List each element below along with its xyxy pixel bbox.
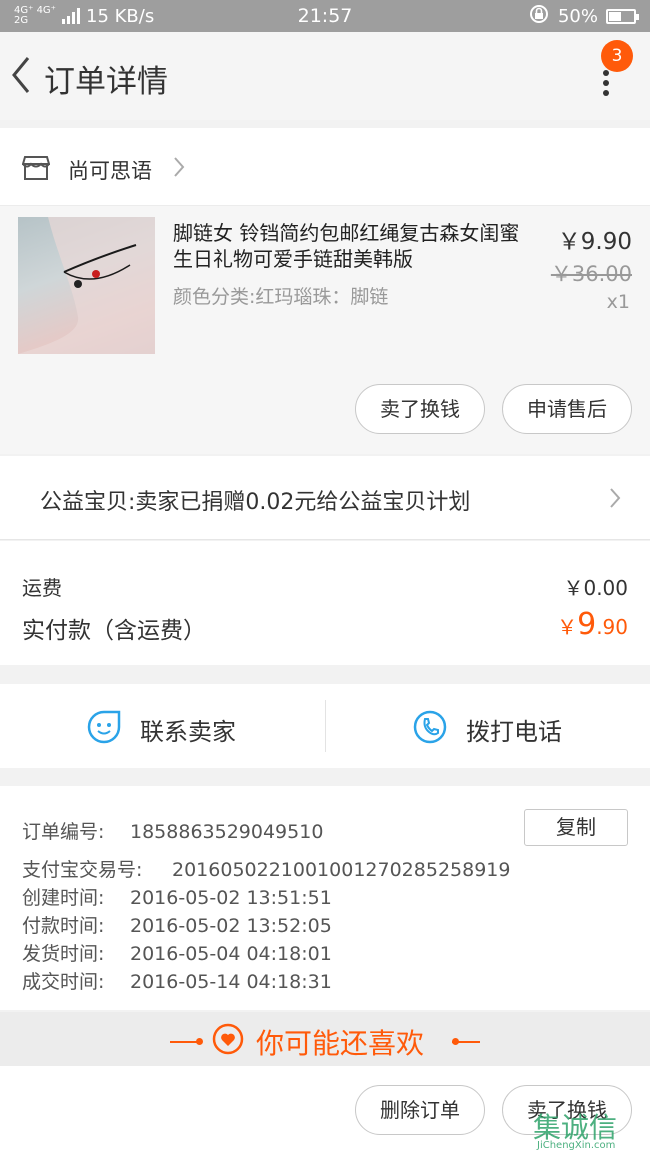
copy-button[interactable]: 复制: [524, 809, 628, 846]
after-sales-button[interactable]: 申请售后: [502, 384, 632, 434]
notification-badge: 3: [601, 40, 633, 72]
heart-icon: [212, 1023, 244, 1059]
battery-percent: 50%: [557, 5, 598, 27]
title-bar: 订单详情 3: [0, 32, 650, 120]
order-number-row: 订单编号: 1858863529049510: [22, 821, 324, 843]
store-icon: [21, 155, 51, 185]
contact-seller-button[interactable]: 联系卖家: [0, 684, 324, 768]
paid-amount: ￥9.90: [557, 607, 628, 642]
alipay-trade-number: 2016050221001001270285258919: [172, 859, 511, 881]
item-price: ￥9.90: [557, 229, 632, 255]
more-menu-icon[interactable]: [600, 70, 612, 110]
battery-icon: [606, 8, 639, 24]
page-title: 订单详情: [44, 64, 168, 100]
bottom-action-bar: 删除订单 卖了换钱 集诚信 JiChengXin.com: [0, 1066, 650, 1155]
resell-button[interactable]: 卖了换钱: [355, 384, 485, 434]
signal-icon: [62, 8, 80, 24]
alipay-trade-row: 支付宝交易号: 2016050221001001270285258919: [22, 859, 511, 881]
watermark-logo: 集诚信 JiChengXin.com: [533, 1111, 618, 1151]
chevron-right-icon: [608, 486, 622, 514]
back-chevron-icon[interactable]: [10, 54, 32, 96]
shipping-label: 运费: [22, 576, 62, 600]
chevron-right-icon: [172, 155, 186, 183]
network-label: 4G⁺ 4G⁺ 2G: [14, 5, 56, 26]
product-thumbnail[interactable]: [18, 217, 155, 354]
product-sku: 颜色分类:红玛瑙珠：脚链: [173, 286, 389, 308]
item-quantity: x1: [606, 291, 630, 313]
created-time-row: 创建时间: 2016-05-02 13:51:51: [22, 887, 332, 909]
order-info: 订单编号: 1858863529049510 复制 支付宝交易号: 20160502…: [0, 786, 650, 1010]
charity-text: 公益宝贝:卖家已捐赠0.02元给公益宝贝计划: [40, 490, 471, 515]
decor-line: [170, 1041, 198, 1043]
delete-order-button[interactable]: 删除订单: [355, 1085, 485, 1135]
clock: 21:57: [297, 5, 353, 27]
contact-bar: 联系卖家 拨打电话: [0, 684, 650, 768]
charity-row[interactable]: 公益宝贝:卖家已捐赠0.02元给公益宝贝计划: [0, 456, 650, 540]
network-speed: 15 KB/s: [86, 5, 155, 27]
paid-time-row: 付款时间: 2016-05-02 13:52:05: [22, 915, 332, 937]
phone-icon: [412, 709, 448, 749]
paid-label: 实付款（含运费）: [22, 618, 206, 644]
decor-dot: [196, 1038, 203, 1045]
chat-face-icon: [86, 709, 122, 749]
completed-time-row: 成交时间: 2016-05-14 04:18:31: [22, 971, 332, 993]
item-original-price: ￥36.00: [550, 262, 632, 286]
call-button[interactable]: 拨打电话: [326, 684, 650, 768]
order-number: 1858863529049510: [130, 821, 324, 843]
recommend-title: 你可能还喜欢: [256, 1027, 425, 1060]
product-title[interactable]: 脚链女 铃铛简约包邮红绳复古森女闺蜜生日礼物可爱手链甜美韩版: [173, 220, 531, 272]
shipped-time-row: 发货时间: 2016-05-04 04:18:01: [22, 943, 332, 965]
shop-row[interactable]: 尚可思语: [0, 128, 650, 206]
decor-line: [452, 1041, 480, 1043]
shop-name[interactable]: 尚可思语: [68, 155, 152, 185]
recommend-header: 你可能还喜欢: [0, 1012, 650, 1066]
fees-section: 运费 ￥0.00 实付款（含运费） ￥9.90: [0, 541, 650, 665]
call-label: 拨打电话: [466, 718, 562, 746]
rotation-lock-icon: [528, 3, 550, 30]
contact-seller-label: 联系卖家: [140, 718, 236, 746]
shipping-value: ￥0.00: [563, 576, 628, 600]
status-bar: 4G⁺ 4G⁺ 2G 15 KB/s 21:57 50%: [0, 0, 650, 32]
order-item[interactable]: 脚链女 铃铛简约包邮红绳复古森女闺蜜生日礼物可爱手链甜美韩版 颜色分类:红玛瑙珠…: [0, 206, 650, 454]
